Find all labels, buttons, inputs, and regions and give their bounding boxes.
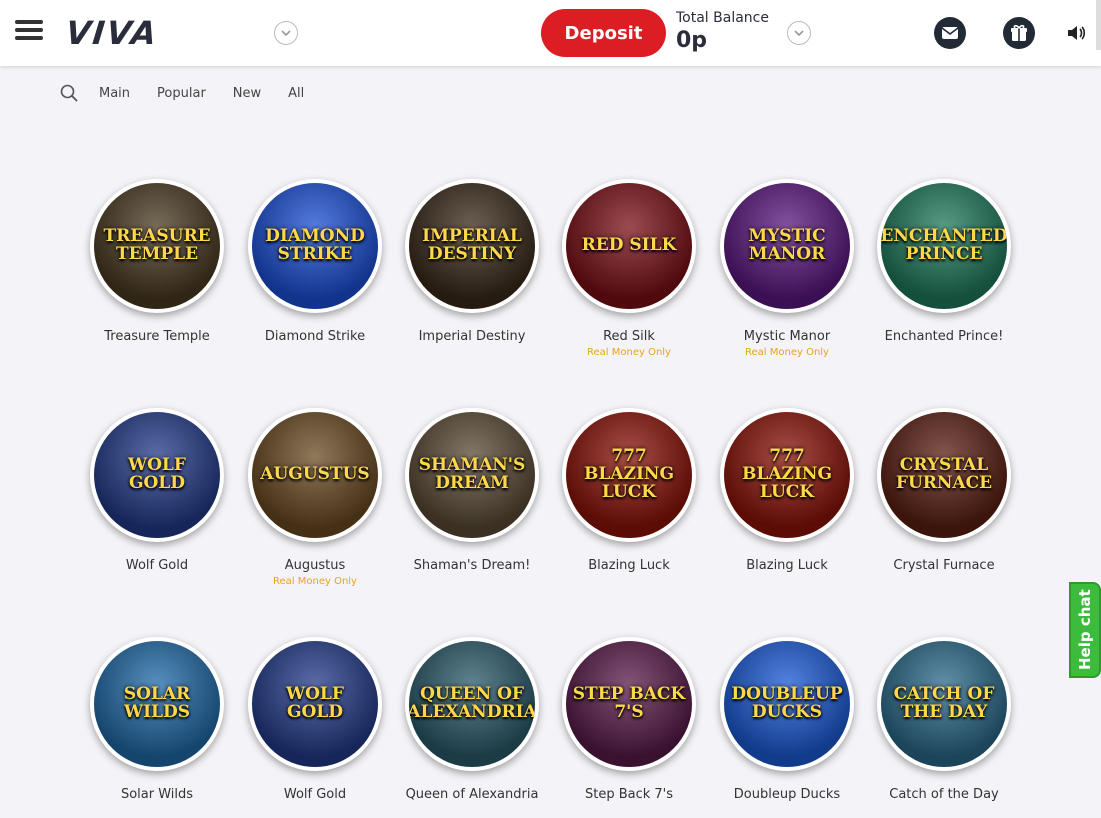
chevron-down-icon[interactable] <box>274 21 298 45</box>
top-header: VIVA Deposit Total Balance 0p <box>0 0 1101 66</box>
game-thumbnail[interactable]: Step Back 7's <box>562 637 696 771</box>
game-art-title: Red Silk <box>581 235 677 256</box>
game-tile[interactable]: Crystal Furnace Crystal Furnace <box>864 408 1024 573</box>
game-art-title: Diamond Strike <box>265 226 365 264</box>
mail-icon[interactable] <box>934 17 966 49</box>
game-name: Red Silk <box>603 329 655 344</box>
game-art-title: Step Back 7's <box>572 684 686 722</box>
game-tile[interactable]: Wolf Gold Wolf Gold <box>77 408 237 573</box>
game-name: Doubleup Ducks <box>733 787 841 802</box>
game-tile[interactable]: 777 Blazing Luck Blazing Luck <box>549 408 709 573</box>
game-tile[interactable]: Augustus Augustus Real Money Only <box>235 408 395 587</box>
game-thumbnail[interactable]: Catch of the Day <box>877 637 1011 771</box>
game-art-title: 777 Blazing Luck <box>742 446 832 502</box>
page-scrollbar[interactable] <box>1096 0 1101 50</box>
game-name: Wolf Gold <box>125 558 189 573</box>
search-icon[interactable] <box>59 83 79 103</box>
game-art-title: Mystic Manor <box>748 226 826 264</box>
game-art-title: Shaman's Dream <box>418 455 526 493</box>
game-art-title: Augustus <box>260 464 370 485</box>
game-tile[interactable]: Imperial Destiny Imperial Destiny <box>392 179 552 344</box>
game-tile[interactable]: Red Silk Red Silk Real Money Only <box>549 179 709 358</box>
game-thumbnail[interactable]: Doubleup Ducks <box>720 637 854 771</box>
game-name: Step Back 7's <box>584 787 674 802</box>
game-thumbnail[interactable]: Wolf Gold <box>248 637 382 771</box>
game-name: Queen of Alexandria <box>405 787 539 802</box>
game-thumbnail[interactable]: 777 Blazing Luck <box>562 408 696 542</box>
game-tile[interactable]: Doubleup Ducks Doubleup Ducks <box>707 637 867 802</box>
game-name: Shaman's Dream! <box>413 558 531 573</box>
game-thumbnail[interactable]: Wolf Gold <box>90 408 224 542</box>
real-money-only-tag: Real Money Only <box>273 576 357 587</box>
game-tile[interactable]: Wolf Gold Wolf Gold <box>235 637 395 802</box>
game-name: Crystal Furnace <box>893 558 995 573</box>
game-art-title: Queen of Alexandria <box>407 684 537 722</box>
game-thumbnail[interactable]: Imperial Destiny <box>405 179 539 313</box>
game-name: Wolf Gold <box>283 787 347 802</box>
game-thumbnail[interactable]: Augustus <box>248 408 382 542</box>
game-art-title: Catch of the Day <box>893 684 995 722</box>
sound-volume-icon[interactable] <box>1066 24 1086 42</box>
game-tile[interactable]: Catch of the Day Catch of the Day <box>864 637 1024 802</box>
hamburger-menu-icon[interactable] <box>15 20 43 44</box>
game-art-title: Treasure Temple <box>103 226 211 264</box>
game-thumbnail[interactable]: Red Silk <box>562 179 696 313</box>
filter-tab-new[interactable]: New <box>233 86 261 101</box>
game-name: Blazing Luck <box>746 558 828 573</box>
game-thumbnail[interactable]: Mystic Manor <box>720 179 854 313</box>
total-balance-value: 0p <box>676 28 708 53</box>
game-name: Treasure Temple <box>104 329 210 344</box>
game-name: Augustus <box>284 558 346 573</box>
game-name: Diamond Strike <box>264 329 366 344</box>
game-filter-bar: Main Popular New All <box>59 83 331 103</box>
game-art-title: Imperial Destiny <box>422 226 522 264</box>
game-tile[interactable]: Solar Wilds Solar Wilds <box>77 637 237 802</box>
game-tile[interactable]: Treasure Temple Treasure Temple <box>77 179 237 344</box>
game-thumbnail[interactable]: Queen of Alexandria <box>405 637 539 771</box>
game-name: Blazing Luck <box>588 558 670 573</box>
viva-logo[interactable]: VIVA <box>64 14 160 52</box>
game-name: Catch of the Day <box>889 787 999 802</box>
game-art-title: 777 Blazing Luck <box>584 446 674 502</box>
game-art-title: Crystal Furnace <box>895 455 993 493</box>
game-art-title: Solar Wilds <box>123 684 191 722</box>
game-thumbnail[interactable]: Shaman's Dream <box>405 408 539 542</box>
game-tile[interactable]: Shaman's Dream Shaman's Dream! <box>392 408 552 573</box>
real-money-only-tag: Real Money Only <box>587 347 671 358</box>
game-name: Solar Wilds <box>120 787 194 802</box>
game-thumbnail[interactable]: Diamond Strike <box>248 179 382 313</box>
game-thumbnail[interactable]: Solar Wilds <box>90 637 224 771</box>
game-tile[interactable]: Mystic Manor Mystic Manor Real Money Only <box>707 179 867 358</box>
game-name: Mystic Manor <box>743 329 831 344</box>
game-tile[interactable]: Diamond Strike Diamond Strike <box>235 179 395 344</box>
game-art-title: Enchanted Prince <box>880 226 1008 264</box>
game-art-title: Wolf Gold <box>128 455 186 493</box>
game-thumbnail[interactable]: Crystal Furnace <box>877 408 1011 542</box>
filter-tab-popular[interactable]: Popular <box>157 86 206 101</box>
real-money-only-tag: Real Money Only <box>745 347 829 358</box>
total-balance-label: Total Balance <box>676 10 769 26</box>
deposit-button[interactable]: Deposit <box>541 9 666 57</box>
game-art-title: Wolf Gold <box>286 684 344 722</box>
game-tile[interactable]: Enchanted Prince Enchanted Prince! <box>864 179 1024 344</box>
game-name: Imperial Destiny <box>418 329 526 344</box>
balance-chevron-down-icon[interactable] <box>787 21 811 45</box>
filter-tab-main[interactable]: Main <box>99 86 130 101</box>
game-thumbnail[interactable]: Enchanted Prince <box>877 179 1011 313</box>
game-tile[interactable]: 777 Blazing Luck Blazing Luck <box>707 408 867 573</box>
game-name: Enchanted Prince! <box>884 329 1004 344</box>
game-tile[interactable]: Step Back 7's Step Back 7's <box>549 637 709 802</box>
filter-tab-all[interactable]: All <box>288 86 304 101</box>
game-tile[interactable]: Queen of Alexandria Queen of Alexandria <box>392 637 552 802</box>
game-thumbnail[interactable]: 777 Blazing Luck <box>720 408 854 542</box>
game-art-title: Doubleup Ducks <box>731 684 843 722</box>
rewards-gift-icon[interactable] <box>1003 17 1035 49</box>
help-chat-button[interactable]: Help chat <box>1069 582 1101 678</box>
game-thumbnail[interactable]: Treasure Temple <box>90 179 224 313</box>
